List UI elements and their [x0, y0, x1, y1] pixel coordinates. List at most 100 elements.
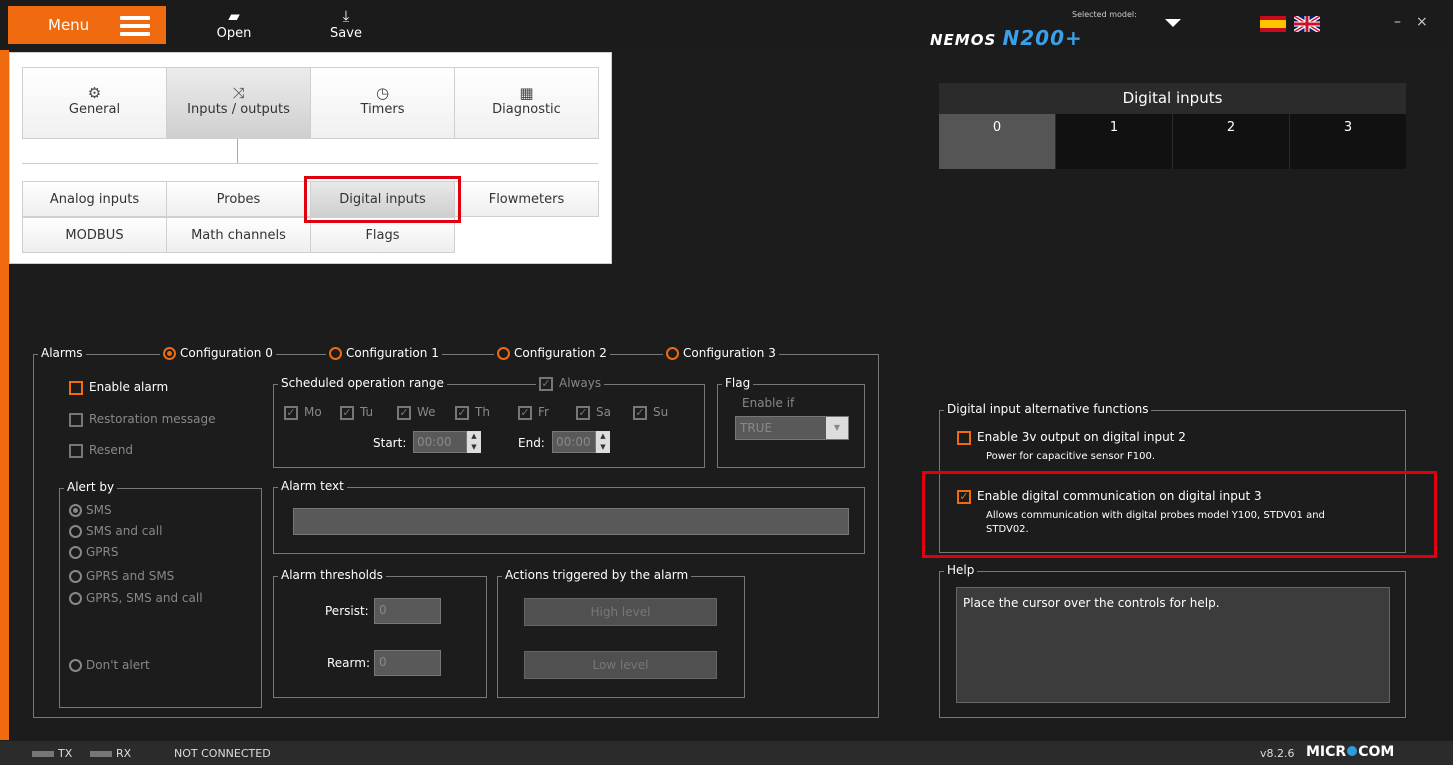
radio-icon	[497, 347, 510, 360]
menu-button[interactable]: Menu	[8, 6, 166, 44]
restoration-message-checkbox[interactable]: Restoration message	[69, 412, 216, 427]
logo-dot-icon	[1347, 746, 1358, 756]
rearm-input[interactable]: 0	[374, 650, 441, 676]
close-button[interactable]: ×	[1416, 14, 1428, 30]
flag-select[interactable]: TRUE ▼	[735, 416, 849, 440]
model-name-suffix: N200+	[1002, 26, 1083, 50]
enable-alarm-label: Enable alarm	[89, 380, 169, 394]
subtab-probes[interactable]: Probes	[166, 181, 311, 217]
end-label: End:	[518, 436, 545, 450]
open-button[interactable]: ▰ Open	[204, 6, 264, 46]
model-dropdown-icon[interactable]	[1165, 19, 1181, 27]
model-name-prefix: NEMOS	[930, 31, 997, 49]
tx-indicator: TX	[32, 747, 72, 760]
menu-panel: ⚙ General ⤨ Inputs / outputs ◷ Timers ▦ …	[9, 52, 612, 264]
day-su-label: Su	[653, 405, 669, 419]
alert-gprs-sms-call-radio[interactable]: GPRS, SMS and call	[69, 591, 203, 605]
checkbox-icon: ✓	[633, 405, 647, 420]
day-mo-checkbox[interactable]: ✓ Mo	[284, 405, 322, 420]
dont-alert-radio[interactable]: Don't alert	[69, 658, 150, 672]
alert-by-label: Alert by	[64, 480, 118, 494]
alert-sms-radio[interactable]: SMS	[69, 503, 112, 517]
flag-select-value: TRUE	[740, 421, 773, 435]
version-label: v8.2.6	[1260, 747, 1295, 760]
configuration-3-radio[interactable]: Configuration 3	[663, 346, 779, 360]
enable-3v-output-checkbox[interactable]: Enable 3v output on digital input 2	[957, 430, 1186, 445]
subtab-modbus[interactable]: MODBUS	[22, 217, 167, 253]
radio-icon	[666, 347, 679, 360]
radio-icon	[329, 347, 342, 360]
help-text: Place the cursor over the controls for h…	[956, 587, 1390, 703]
tab-diagnostic[interactable]: ▦ Diagnostic	[454, 67, 599, 139]
hamburger-icon	[120, 16, 150, 36]
microcom-logo-start: MICR	[1306, 744, 1347, 760]
folder-icon: ▰	[228, 7, 240, 25]
tab-timers-label: Timers	[360, 102, 405, 117]
checkbox-icon: ✓	[397, 405, 411, 420]
start-time-input[interactable]: 00:00	[413, 431, 467, 453]
radio-icon	[69, 546, 82, 559]
checkbox-icon	[69, 412, 83, 427]
day-tu-label: Tu	[360, 405, 374, 419]
rearm-label: Rearm:	[327, 656, 370, 670]
subtab-analog-inputs[interactable]: Analog inputs	[22, 181, 167, 217]
day-we-checkbox[interactable]: ✓ We	[397, 405, 436, 420]
alarms-label: Alarms	[38, 346, 86, 360]
enable-alarm-checkbox[interactable]: Enable alarm	[69, 380, 168, 395]
low-level-button[interactable]: Low level	[524, 651, 717, 679]
day-tu-checkbox[interactable]: ✓ Tu	[340, 405, 373, 420]
timer-icon: ◷	[375, 84, 390, 102]
tab-timers[interactable]: ◷ Timers	[310, 67, 455, 139]
configuration-0-radio[interactable]: Configuration 0	[160, 346, 276, 360]
restoration-message-label: Restoration message	[89, 412, 216, 426]
shuffle-icon: ⤨	[232, 84, 245, 102]
day-su-checkbox[interactable]: ✓ Su	[633, 405, 668, 420]
digital-input-tab-2[interactable]: 2	[1173, 114, 1289, 169]
high-level-button[interactable]: High level	[524, 598, 717, 626]
menu-divider	[22, 163, 598, 164]
resend-checkbox[interactable]: Resend	[69, 443, 133, 458]
configuration-1-radio[interactable]: Configuration 1	[326, 346, 442, 360]
save-button[interactable]: ⤓ Save	[316, 6, 376, 46]
radio-icon	[69, 504, 82, 517]
start-spinner-icon[interactable]: ▲ ▼	[467, 431, 481, 453]
alert-gprs-radio[interactable]: GPRS	[69, 545, 119, 559]
always-checkbox[interactable]: ✓ Always	[536, 376, 605, 391]
configuration-0-label: Configuration 0	[180, 346, 273, 360]
tab-inputs-outputs[interactable]: ⤨ Inputs / outputs	[166, 67, 311, 139]
end-time-input[interactable]: 00:00	[552, 431, 596, 453]
top-toolbar: Menu ▰ Open ⤓ Save Selected model: NEMOS…	[0, 0, 1453, 50]
highlight-box	[922, 471, 1437, 558]
day-we-label: We	[417, 405, 436, 419]
tx-label: TX	[58, 747, 73, 760]
persist-input[interactable]: 0	[374, 598, 441, 624]
alert-sms-call-radio[interactable]: SMS and call	[69, 524, 162, 538]
configuration-3-label: Configuration 3	[683, 346, 776, 360]
radio-icon	[69, 570, 82, 583]
alert-gprs-sms-radio[interactable]: GPRS and SMS	[69, 569, 174, 583]
chip-icon: ▦	[519, 84, 534, 102]
uk-flag-icon[interactable]	[1294, 16, 1320, 32]
chevron-down-icon: ▼	[826, 417, 848, 439]
radio-icon	[69, 592, 82, 605]
day-fr-checkbox[interactable]: ✓ Fr	[518, 405, 549, 420]
enable-3v-output-label: Enable 3v output on digital input 2	[977, 430, 1186, 444]
digital-input-tab-1[interactable]: 1	[1056, 114, 1172, 169]
day-sa-checkbox[interactable]: ✓ Sa	[576, 405, 611, 420]
actions-group: Actions triggered by the alarm	[497, 568, 745, 698]
subtab-math-channels[interactable]: Math channels	[166, 217, 311, 253]
minimize-button[interactable]: –	[1394, 14, 1401, 30]
alarm-text-input[interactable]	[293, 508, 849, 535]
tab-connector	[237, 139, 238, 163]
digital-input-tab-0[interactable]: 0	[939, 114, 1055, 169]
spanish-flag-icon[interactable]	[1260, 16, 1286, 32]
end-spinner-icon[interactable]: ▲ ▼	[596, 431, 610, 453]
persist-label: Persist:	[325, 604, 369, 618]
day-th-checkbox[interactable]: ✓ Th	[455, 405, 490, 420]
subtab-flowmeters[interactable]: Flowmeters	[454, 181, 599, 217]
tab-general[interactable]: ⚙ General	[22, 67, 167, 139]
digital-input-tab-3[interactable]: 3	[1290, 114, 1406, 169]
rx-label: RX	[116, 747, 132, 760]
alarm-thresholds-label: Alarm thresholds	[278, 568, 386, 582]
configuration-2-radio[interactable]: Configuration 2	[494, 346, 610, 360]
